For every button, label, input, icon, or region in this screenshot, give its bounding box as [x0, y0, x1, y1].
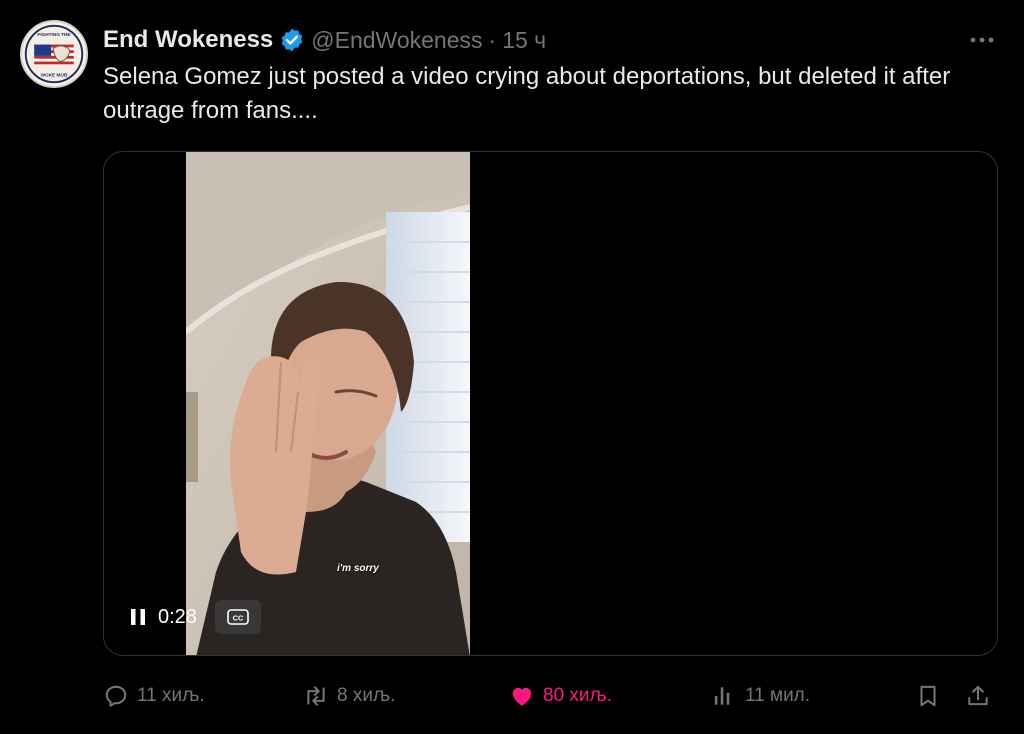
pause-icon	[131, 609, 145, 625]
views-button[interactable]: 11 мил.	[711, 676, 810, 716]
closed-captions-button[interactable]: CC	[214, 600, 261, 634]
more-options-button[interactable]	[964, 24, 1000, 56]
tweet-header: End Wokeness @EndWokeness · 15 ч	[103, 24, 546, 56]
bookmark-icon	[920, 685, 936, 707]
svg-text:WOKE MOB: WOKE MOB	[41, 73, 68, 78]
avatar-logo: FIGHTING THE WOKE MOB	[23, 23, 85, 85]
cc-label: CC	[233, 614, 244, 623]
video-player[interactable]: i'm sorry 0:28 CC	[103, 151, 998, 656]
tweet: FIGHTING THE WOKE MOB End Wokeness @EndW…	[0, 0, 1024, 734]
bookmark-button[interactable]	[915, 676, 941, 716]
pause-button[interactable]	[124, 603, 152, 631]
share-icon	[968, 685, 988, 706]
share-button[interactable]	[965, 676, 991, 716]
video-controls: 0:28 CC	[124, 598, 261, 636]
reply-count: 11 хиљ.	[137, 685, 205, 706]
display-name[interactable]: End Wokeness	[103, 26, 273, 54]
avatar[interactable]: FIGHTING THE WOKE MOB	[20, 20, 88, 88]
retweet-icon	[307, 686, 325, 706]
heart-icon	[512, 687, 532, 706]
verified-badge-icon	[279, 27, 305, 53]
video-caption: i'm sorry	[337, 563, 379, 574]
header-separator: ·	[488, 26, 497, 53]
retweet-button[interactable]: 8 хиљ.	[303, 676, 395, 716]
views-count: 11 мил.	[745, 685, 811, 706]
like-button[interactable]: 80 хиљ.	[509, 676, 612, 716]
retweet-count: 8 хиљ.	[337, 685, 396, 706]
reply-icon	[105, 685, 127, 707]
reply-button[interactable]: 11 хиљ.	[103, 676, 205, 716]
tweet-timestamp[interactable]: 15 ч	[502, 27, 546, 54]
tweet-actions-bar: 11 хиљ. 8 хиљ. 80 хиљ. 11 мил.	[103, 676, 1003, 716]
like-count: 80 хиљ.	[543, 685, 613, 706]
more-icon	[970, 37, 994, 43]
svg-text:FIGHTING THE: FIGHTING THE	[37, 32, 70, 37]
video-still-image	[186, 152, 470, 655]
user-handle[interactable]: @EndWokeness	[311, 27, 482, 54]
video-frame[interactable]	[186, 152, 470, 655]
tweet-text: Selena Gomez just posted a video crying …	[103, 63, 951, 124]
views-icon	[714, 687, 733, 705]
closed-captions-icon: CC	[227, 609, 249, 625]
video-elapsed-time: 0:28	[158, 605, 197, 628]
